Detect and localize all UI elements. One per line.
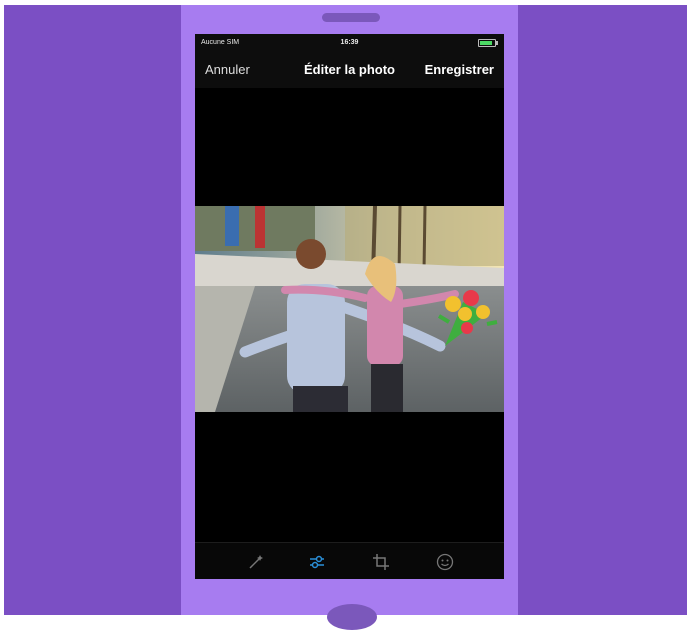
phone-speaker xyxy=(322,13,380,22)
phone-screen: Aucune SIM 16:39 Annuler Éditer la photo… xyxy=(195,34,504,579)
edit-toolbar xyxy=(195,542,504,579)
home-button[interactable] xyxy=(327,604,377,630)
adjust-sliders-icon[interactable] xyxy=(308,553,326,571)
edited-photo[interactable] xyxy=(195,206,504,412)
sticker-smiley-icon[interactable] xyxy=(436,553,454,571)
navigation-bar: Annuler Éditer la photo Enregistrer xyxy=(195,52,504,88)
battery-icon xyxy=(478,39,498,47)
crop-icon[interactable] xyxy=(372,553,390,571)
clock: 16:39 xyxy=(340,39,359,46)
save-button[interactable]: Enregistrer xyxy=(425,62,494,77)
magic-wand-icon[interactable] xyxy=(247,553,265,571)
status-bar: Aucune SIM 16:39 xyxy=(195,34,504,52)
